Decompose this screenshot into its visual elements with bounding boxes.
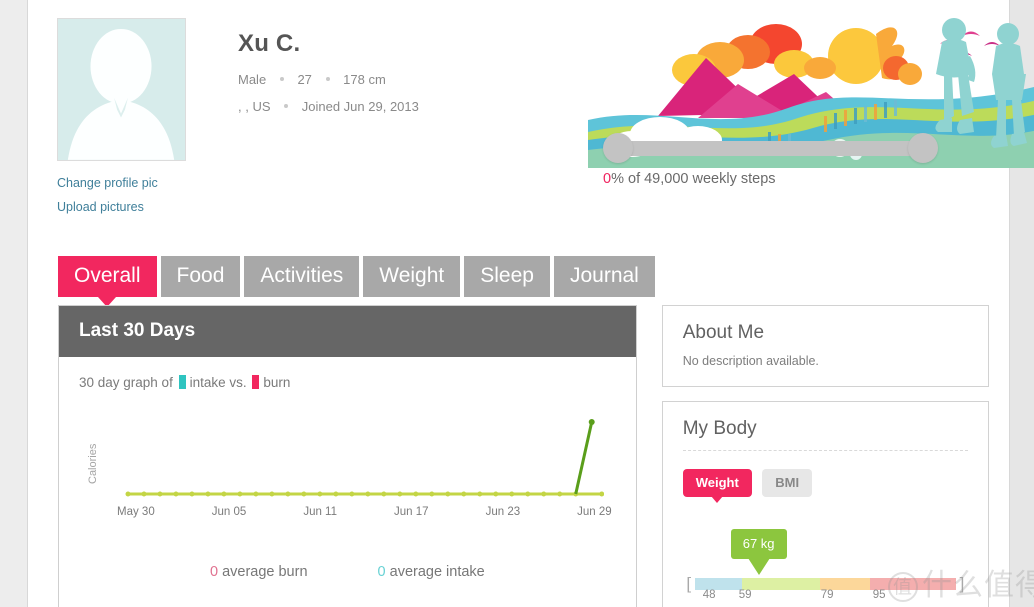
legend-intake-swatch-icon (178, 375, 186, 389)
change-profile-pic-link[interactable]: Change profile pic (57, 171, 577, 195)
scale-tick: 95 (872, 589, 886, 601)
x-tick: Jun 23 (485, 506, 521, 518)
chart-y-axis-label: Calories (87, 443, 99, 485)
about-me-description: No description available. (682, 354, 819, 368)
panel-title: Last 30 Days (59, 306, 636, 357)
sidebar-column: About Me No description available. My Bo… (661, 305, 989, 607)
average-intake-value: 0 (377, 564, 386, 580)
separator-dot-icon (279, 77, 284, 82)
slider-bar (617, 141, 924, 156)
tab-activities[interactable]: Activities (244, 256, 360, 297)
body-metric-toggle: Weight BMI (682, 469, 968, 503)
separator-dot-icon (284, 104, 289, 109)
tab-food[interactable]: Food (160, 256, 241, 297)
slider-track[interactable] (603, 133, 938, 163)
profile-links: Change profile pic Upload pictures (57, 171, 577, 219)
profile-meta-primary: Male 27 178 cm (238, 72, 578, 87)
x-tick: May 30 (117, 506, 155, 518)
scale-bracket-left: [ (686, 574, 692, 593)
x-tick: Jun 05 (211, 506, 247, 518)
last-30-days-panel: Last 30 Days 30 day graph of intake vs. … (58, 305, 637, 607)
legend-intake-label: intake vs. (189, 375, 247, 390)
chart-x-axis: May 30 Jun 05 Jun 11 Jun 17 Jun 23 Jun 2… (117, 506, 612, 518)
chart-svg (125, 419, 604, 497)
profile-location: , , US (238, 99, 271, 114)
profile-page: Change profile pic Upload pictures Xu C.… (27, 0, 1034, 607)
about-me-title: About Me (682, 322, 765, 343)
profile-name: Xu C. (238, 30, 301, 57)
scale-tick: 48 (702, 589, 716, 601)
toggle-weight-button[interactable]: Weight (682, 469, 752, 503)
calories-chart: Calories May 30 Jun 05 Jun 11 Jun 17 Jun… (79, 414, 616, 580)
slider-knob-end[interactable] (908, 133, 938, 163)
avatar[interactable] (57, 18, 186, 161)
scale-tick: 59 (738, 589, 752, 601)
average-intake-label: average intake (389, 564, 485, 580)
legend-prefix: 30 day graph of (79, 375, 173, 390)
chart-legend: 30 day graph of intake vs. burn (79, 375, 616, 390)
tab-sleep[interactable]: Sleep (464, 256, 550, 297)
x-tick: Jun 17 (394, 506, 429, 518)
scale-segment-normal (741, 578, 821, 590)
profile-info: Xu C. Male 27 178 cm , , US Joined Jun 2… (238, 30, 578, 126)
main-column: Last 30 Days 30 day graph of intake vs. … (58, 305, 637, 607)
tab-weight[interactable]: Weight (363, 256, 461, 297)
steps-caption-rest: % of 49,000 weekly steps (611, 171, 776, 187)
my-body-title: My Body (682, 418, 757, 439)
upload-pictures-link[interactable]: Upload pictures (57, 195, 577, 219)
weight-scale: 67 kg [ ] 48 59 79 95 (683, 529, 968, 601)
card-divider (682, 450, 968, 451)
profile-height: 178 cm (343, 72, 386, 87)
tab-journal[interactable]: Journal (553, 256, 655, 297)
my-body-card: My Body Weight BMI 67 kg [] 48 59 79 95 (661, 401, 989, 607)
chart-averages: 0 average burn 0 average intake (79, 564, 616, 580)
legend-burn-swatch-icon (252, 375, 260, 389)
average-burn-label: average burn (222, 564, 308, 580)
weekly-steps-slider[interactable]: 0% of 49,000 weekly steps (603, 133, 938, 187)
profile-meta-secondary: , , US Joined Jun 29, 2013 (238, 99, 578, 114)
weight-value-bubble: 67 kg (730, 529, 787, 575)
panel-body: 30 day graph of intake vs. burn Calories (59, 357, 636, 607)
x-tick: Jun 11 (303, 506, 337, 518)
x-tick: Jun 29 (577, 506, 612, 518)
average-burn: 0 average burn (210, 564, 308, 580)
slider-knob-start[interactable] (603, 133, 633, 163)
average-intake: 0 average intake (378, 564, 485, 580)
legend-burn-label: burn (263, 375, 291, 390)
browser-viewport: Change profile pic Upload pictures Xu C.… (0, 0, 1034, 607)
separator-dot-icon (325, 77, 330, 82)
chart-plot (124, 414, 604, 506)
scale-bracket-right: ] (959, 574, 965, 593)
toggle-bmi-button[interactable]: BMI (762, 469, 813, 497)
default-avatar-icon (58, 19, 185, 160)
scale-tick: 79 (820, 589, 834, 601)
steps-percent: 0 (603, 171, 612, 187)
profile-joined: Joined Jun 29, 2013 (301, 99, 419, 114)
steps-caption: 0% of 49,000 weekly steps (603, 171, 938, 187)
tab-content-overall: Last 30 Days 30 day graph of intake vs. … (58, 305, 989, 607)
weekly-steps-hero: 0% of 49,000 weekly steps (588, 8, 1034, 208)
profile-age: 27 (297, 72, 312, 87)
profile-tabs: Overall Food Activities Weight Sleep Jou… (58, 256, 655, 307)
about-me-card: About Me No description available. (661, 305, 989, 387)
profile-header: Change profile pic Upload pictures Xu C.… (57, 18, 577, 219)
average-burn-value: 0 (209, 564, 219, 580)
profile-gender: Male (238, 72, 267, 87)
tab-overall[interactable]: Overall (58, 256, 157, 307)
